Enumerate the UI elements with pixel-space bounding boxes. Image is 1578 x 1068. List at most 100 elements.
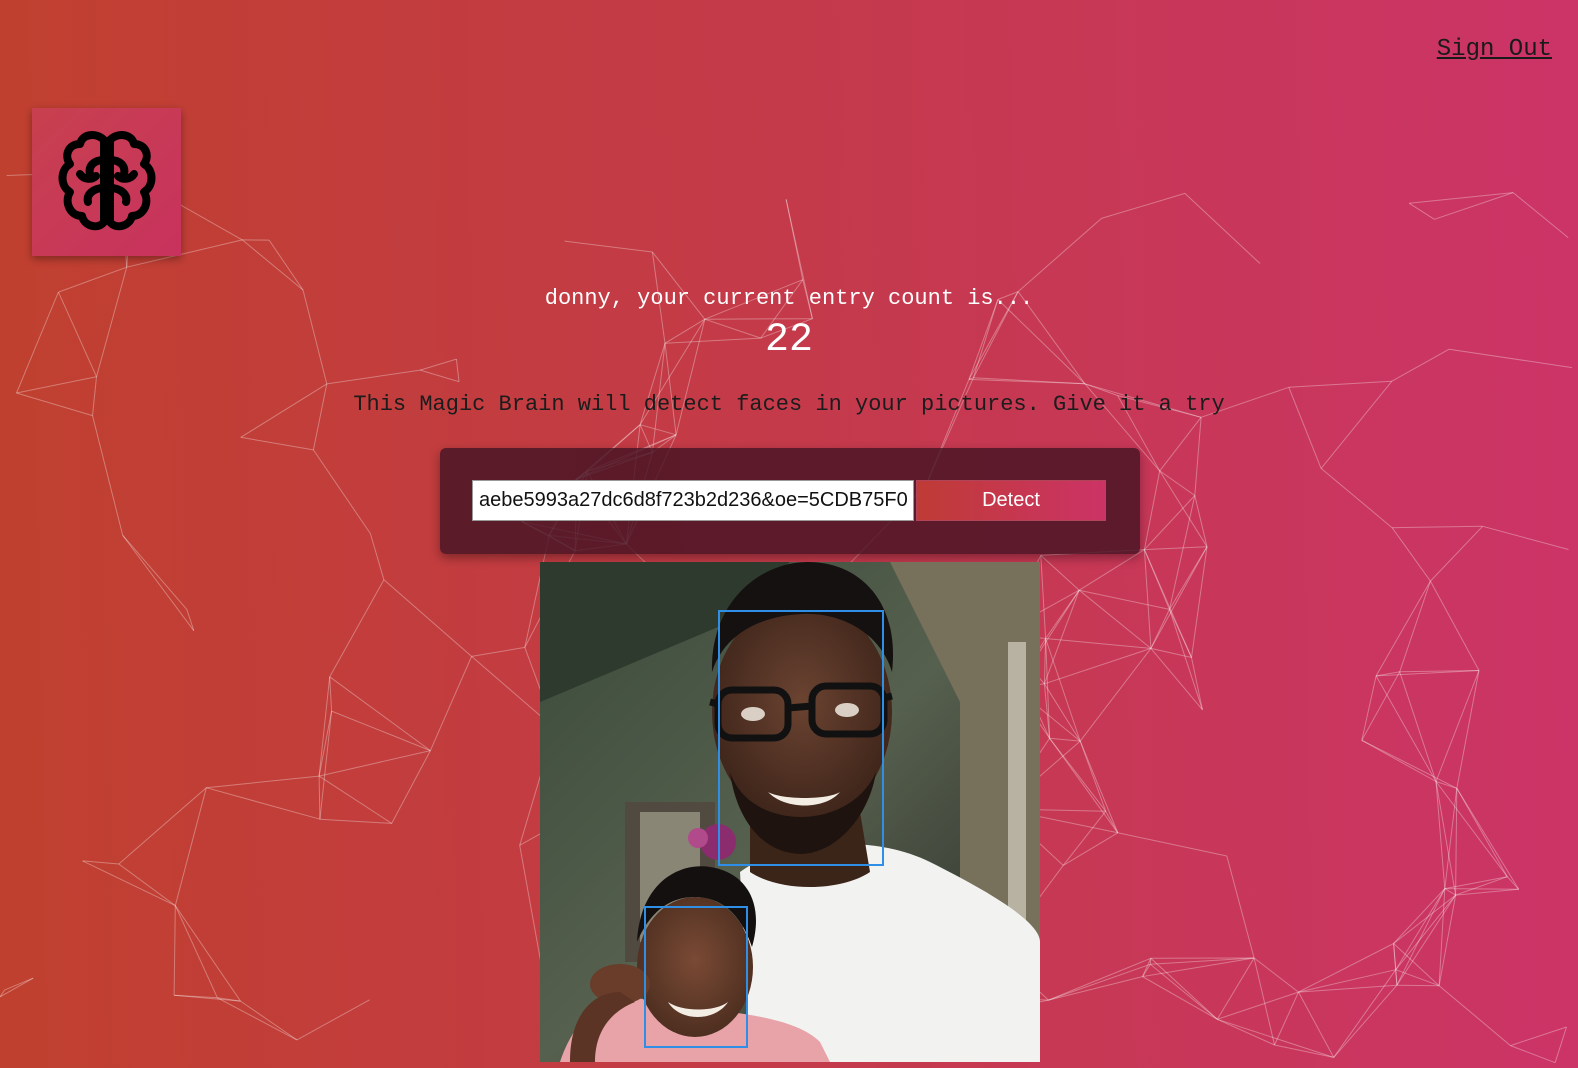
particle-link [318, 676, 331, 777]
particle-link [1253, 957, 1275, 1046]
particle-link [1143, 549, 1192, 658]
particle-link [1438, 888, 1446, 986]
particle-link [1045, 638, 1051, 739]
particle-link [1554, 1026, 1567, 1063]
particle-link [1217, 991, 1299, 1020]
particle-link [471, 646, 525, 657]
particle-link [1017, 218, 1102, 292]
particle-link [1434, 192, 1514, 220]
particle-link [1333, 984, 1398, 1058]
particle-link [268, 239, 304, 291]
particle-link [1455, 876, 1508, 896]
particle-link [1184, 193, 1261, 264]
particle-link [1043, 683, 1051, 739]
particle-link [1105, 810, 1119, 834]
particle-link [206, 775, 320, 789]
particle-link [1150, 546, 1208, 649]
particle-link [331, 710, 431, 752]
particle-link [1444, 888, 1519, 890]
particle-link [241, 239, 304, 291]
particle-link [1049, 737, 1081, 742]
particle-link [318, 775, 392, 824]
image-link-form: Detect [440, 448, 1140, 554]
particle-link [16, 376, 97, 394]
particle-link [1320, 468, 1393, 529]
sign-out-link[interactable]: Sign Out [1437, 36, 1552, 63]
particle-link [1274, 991, 1299, 1046]
particle-link [1393, 943, 1440, 987]
particle-link [1194, 417, 1202, 496]
particle-link [1438, 895, 1457, 986]
particle-link [1298, 969, 1396, 993]
particle-link [1226, 855, 1255, 959]
particle-link [1049, 737, 1107, 812]
particle-link [92, 415, 124, 536]
particle-link [1456, 670, 1480, 789]
particle-link [1169, 546, 1208, 610]
detect-button[interactable]: Detect [916, 480, 1106, 521]
brain-icon [58, 131, 155, 231]
particle-link [1150, 957, 1255, 965]
particle-link [1101, 192, 1186, 219]
particle-link [1040, 555, 1047, 639]
particle-link [1435, 781, 1446, 889]
particle-link [785, 199, 804, 280]
particle-link [1143, 549, 1152, 649]
app-description: This Magic Brain will detect faces in yo… [353, 392, 1225, 417]
particle-link [1216, 957, 1255, 1020]
particle-link [1298, 943, 1394, 993]
particle-link [1399, 580, 1431, 672]
particle-link [186, 609, 195, 631]
particle-link [240, 436, 314, 451]
particle-link [1048, 957, 1151, 1001]
particle-link [1045, 589, 1080, 639]
particle-link [1044, 647, 1152, 685]
particle-link [1144, 495, 1196, 550]
particle-link [1062, 832, 1119, 866]
particle-link [1062, 810, 1107, 866]
image-url-input[interactable] [472, 480, 914, 521]
particle-link [240, 1000, 298, 1041]
particle-link [206, 787, 321, 820]
particle-link [1510, 1026, 1567, 1047]
particle-link [1043, 638, 1047, 684]
particle-link [174, 905, 218, 999]
entry-count-label: donny, your current entry count is... [544, 286, 1034, 311]
particle-link [1298, 984, 1397, 993]
particle-link [1456, 788, 1508, 877]
particle-link [1392, 525, 1483, 529]
particle-link [1395, 894, 1456, 971]
face-bounding-box [718, 610, 884, 866]
particle-link [173, 905, 176, 996]
particle-link [1429, 580, 1480, 671]
particle-link [1435, 781, 1457, 789]
particle-link [564, 240, 653, 253]
particle-link [1143, 470, 1161, 550]
particle-link [1455, 788, 1458, 896]
particle-link [1043, 590, 1080, 684]
particle-link [1333, 969, 1397, 1058]
particle-link [1361, 675, 1377, 741]
particle-link [1512, 192, 1569, 238]
particle-link [122, 534, 188, 610]
particle-link [1361, 671, 1401, 741]
particle-link [1143, 549, 1170, 610]
particle-link [1435, 670, 1480, 782]
particle-link [1142, 958, 1152, 977]
particle-link [1298, 991, 1335, 1058]
particle-link [1444, 788, 1458, 889]
particle-link [0, 977, 34, 998]
particle-link [1150, 647, 1192, 658]
particle-link [1048, 976, 1143, 1001]
particle-link [1506, 876, 1520, 890]
particle-link [174, 787, 207, 906]
particle-link [1194, 495, 1208, 547]
particle-link [1049, 738, 1119, 834]
particle-link [1150, 648, 1203, 711]
particle-link [1117, 832, 1227, 857]
particle-link [1159, 470, 1208, 548]
particle-link [1399, 670, 1480, 673]
particle-link [1361, 739, 1458, 789]
particle-link [82, 860, 119, 865]
particle-link [1408, 202, 1435, 220]
